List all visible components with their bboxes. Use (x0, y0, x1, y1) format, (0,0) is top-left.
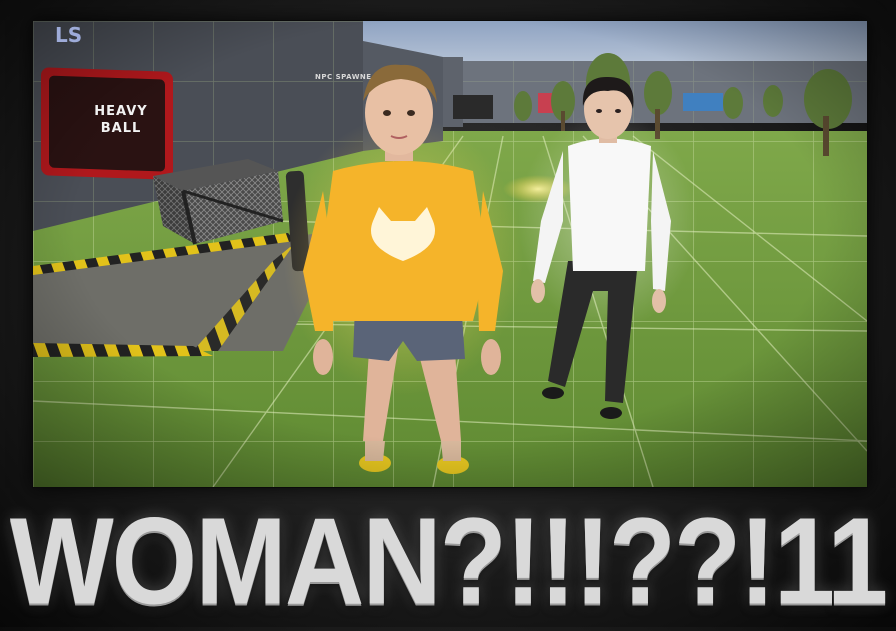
game-scene (33, 21, 867, 487)
npc-spawner-label: NPC SPAWNE (315, 73, 372, 81)
meme-caption: WOMAN?!!!??!11 (9, 492, 888, 631)
heavy-ball-sign-label: HEAVY BALL (94, 104, 148, 136)
wall-graffiti: LS (55, 23, 83, 47)
game-viewport: LS HEAVY BALL NPC SPAWNE (32, 20, 868, 488)
